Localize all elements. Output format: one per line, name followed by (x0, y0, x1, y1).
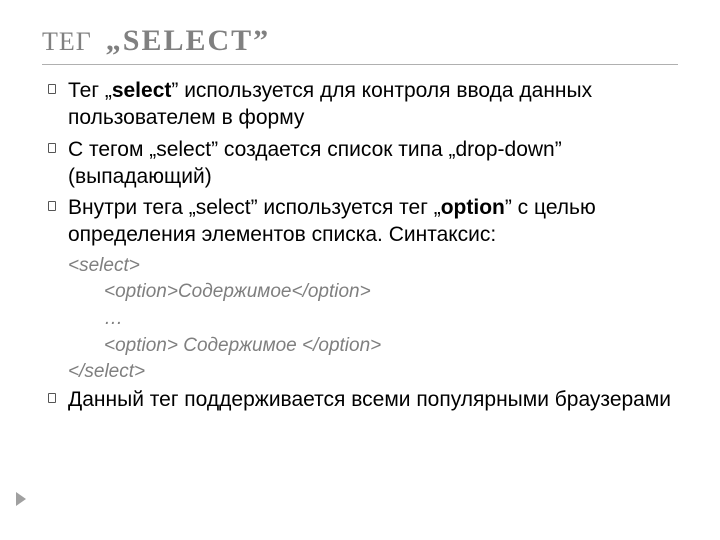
slide: ТЕГ „SELECT” Тег „select” используется д… (0, 0, 720, 437)
code-line-2: <option>Содержимое</option> (42, 279, 678, 306)
body-list: Тег „select” используется для контроля в… (42, 77, 678, 249)
code-line-3: … (42, 306, 678, 333)
accent-triangle-icon (16, 492, 26, 506)
bullet-4: Данный тег поддерживается всеми популярн… (42, 386, 678, 413)
code-line-4: <option> Содержимое </option> (42, 333, 678, 360)
bullet-1: Тег „select” используется для контроля в… (42, 77, 678, 132)
bullet-2: С тегом „select” создается список типа „… (42, 136, 678, 191)
title-prefix: ТЕГ (42, 27, 92, 57)
slide-title: ТЕГ „SELECT” (42, 24, 678, 58)
bullet-3: Внутри тега „select” используется тег „o… (42, 194, 678, 249)
body-list-2: Данный тег поддерживается всеми популярн… (42, 386, 678, 413)
code-line-1: <select> (42, 253, 678, 280)
title-rule (42, 64, 678, 65)
title-main: „SELECT” (106, 24, 270, 58)
code-line-5: </select> (42, 359, 678, 386)
